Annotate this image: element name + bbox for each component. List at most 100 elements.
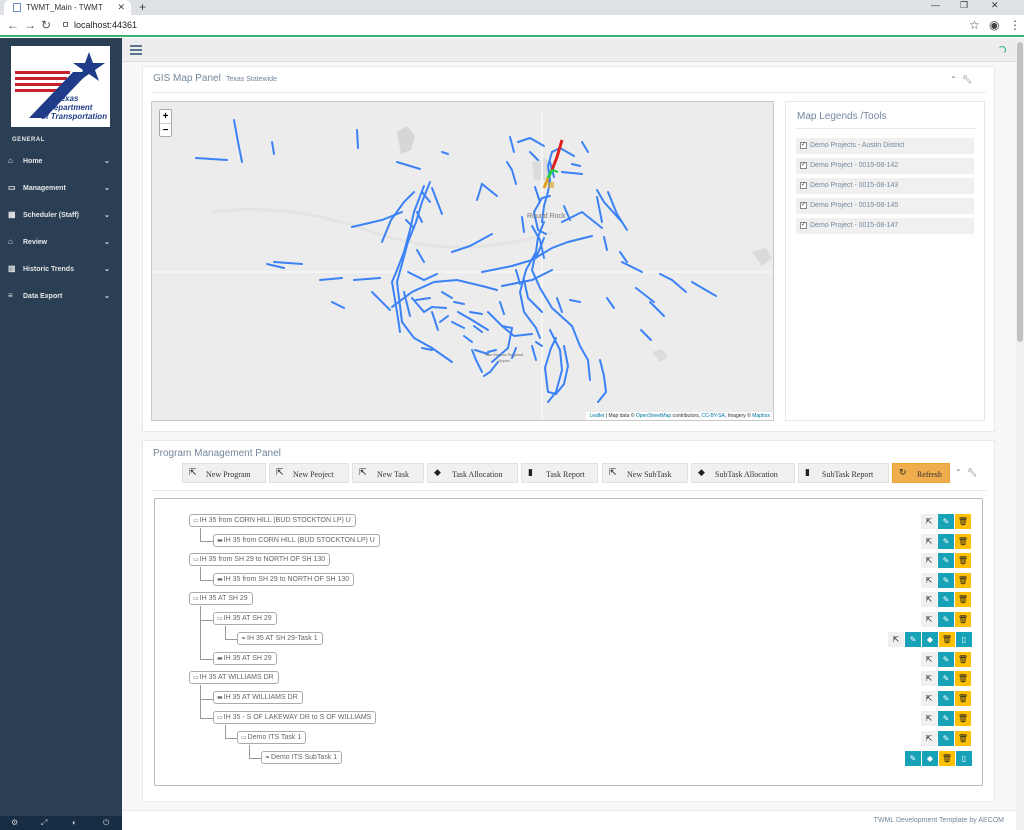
tree-node-program[interactable]: ▭IH 35 AT SH 29 [189, 592, 253, 605]
browser-menu-icon[interactable]: ⋮ [1009, 18, 1021, 32]
cc-link[interactable]: CC-BY-SA [701, 413, 724, 419]
settings-icon[interactable]: ⚙ [11, 818, 18, 827]
new-project-button[interactable]: ⇱ New Peoject [269, 463, 349, 483]
open-link-button[interactable]: ⇱ [921, 553, 937, 568]
delete-button[interactable]: 🗑︎ [955, 514, 971, 529]
wrench-icon[interactable]: 🔧︎ [962, 75, 972, 84]
menu-toggle-icon[interactable] [130, 45, 142, 55]
checkbox-checked-icon[interactable]: ✓ [800, 162, 807, 169]
delete-button[interactable]: 🗑︎ [955, 553, 971, 568]
account-icon[interactable]: ◉ [989, 18, 999, 32]
report-button[interactable]: ▯ [956, 632, 972, 647]
open-link-button[interactable]: ⇱ [921, 612, 937, 627]
tree-node-subtask[interactable]: ❧Demo ITS SubTask 1 [261, 751, 343, 764]
legend-item[interactable]: ✓ Demo Project - 0015-08-143 [796, 178, 974, 194]
window-close-button[interactable]: ✕ [991, 0, 999, 11]
zoom-out-button[interactable]: − [160, 123, 171, 136]
task-report-button[interactable]: ▮ Task Report [521, 463, 598, 483]
edit-button[interactable]: ✎ [938, 612, 954, 627]
sidebar-item-data-export[interactable]: ≡ Data Export ⌄ [0, 283, 122, 310]
new-tab-button[interactable]: + [139, 0, 146, 14]
edit-button[interactable]: ✎ [938, 534, 954, 549]
open-link-button[interactable]: ⇱ [921, 592, 937, 607]
allocate-tag-button[interactable]: ◆ [922, 632, 938, 647]
leaflet-link[interactable]: Leaflet [589, 413, 604, 419]
maximize-button[interactable]: ❐ [960, 0, 968, 11]
tree-node-project[interactable]: ▭IH 35 AT SH 29 [213, 612, 277, 625]
delete-button[interactable]: 🗑︎ [939, 632, 955, 647]
gis-map[interactable]: + − Round Rock San Marcos Regional Airpo… [151, 101, 774, 421]
new-program-button[interactable]: ⇱ New Program [182, 463, 266, 483]
sidebar-item-home[interactable]: ⌂ Home ⌄ [0, 148, 122, 175]
open-link-button[interactable]: ⇱ [921, 652, 937, 667]
edit-button[interactable]: ✎ [905, 751, 921, 766]
tree-node-project[interactable]: ▬IH 35 from CORN HILL (BUD STOCKTON LP) … [213, 534, 380, 547]
delete-button[interactable]: 🗑︎ [955, 711, 971, 726]
tree-node-project[interactable]: ▭IH 35 - S OF LAKEWAY DR to S OF WILLIAM… [213, 711, 377, 724]
edit-button[interactable]: ✎ [938, 731, 954, 746]
mapbox-link[interactable]: Mapbox [752, 413, 770, 419]
open-link-button[interactable]: ⇱ [921, 514, 937, 529]
delete-button[interactable]: 🗑︎ [955, 652, 971, 667]
delete-button[interactable]: 🗑︎ [955, 731, 971, 746]
edit-button[interactable]: ✎ [938, 671, 954, 686]
edit-button[interactable]: ✎ [938, 573, 954, 588]
power-icon[interactable]: ⏻ [103, 818, 109, 828]
delete-button[interactable]: 🗑︎ [955, 534, 971, 549]
open-link-button[interactable]: ⇱ [888, 632, 904, 647]
checkbox-checked-icon[interactable]: ✓ [800, 202, 807, 209]
delete-button[interactable]: 🗑︎ [955, 573, 971, 588]
subtask-allocation-button[interactable]: ◆ SubTask Allocation [691, 463, 795, 483]
legend-item[interactable]: ✓ Demo Projects - Austin District [796, 138, 974, 154]
open-link-button[interactable]: ⇱ [921, 671, 937, 686]
edit-button[interactable]: ✎ [938, 592, 954, 607]
collapse-chevron-up-icon[interactable]: ⌃ [950, 75, 957, 84]
tree-node-project[interactable]: ▬IH 35 AT SH 29 [213, 652, 277, 665]
tree-node-task[interactable]: ▭Demo ITS Task 1 [237, 731, 307, 744]
checkbox-checked-icon[interactable]: ✓ [800, 182, 807, 189]
collapse-chevron-up-icon[interactable]: ⌃ [955, 468, 962, 477]
reload-icon[interactable]: ↻ [41, 18, 51, 32]
page-scrollbar[interactable] [1016, 38, 1024, 830]
checkbox-checked-icon[interactable]: ✓ [800, 222, 807, 229]
delete-button[interactable]: 🗑︎ [939, 751, 955, 766]
tree-node-program[interactable]: ▭IH 35 AT WILLIAMS DR [189, 671, 279, 684]
sidebar-item-historic-trends[interactable]: ▥ Historic Trends ⌄ [0, 256, 122, 283]
wrench-icon[interactable]: 🔧︎ [967, 468, 977, 477]
tree-node-program[interactable]: ▭IH 35 from CORN HILL (BUD STOCKTON LP) … [189, 514, 356, 527]
legend-item[interactable]: ✓ Demo Project - 0015-08-147 [796, 218, 974, 234]
legend-item[interactable]: ✓ Demo Project - 0015-08-145 [796, 198, 974, 214]
open-link-button[interactable]: ⇱ [921, 534, 937, 549]
tree-node-program[interactable]: ▭IH 35 from SH 29 to NORTH OF SH 130 [189, 553, 331, 566]
tree-node-task[interactable]: ❧IH 35 AT SH 29-Task 1 [237, 632, 323, 645]
tab-close-icon[interactable]: ✕ [117, 2, 125, 13]
legend-item[interactable]: ✓ Demo Project - 0015-08-142 [796, 158, 974, 174]
new-subtask-button[interactable]: ⇱ New SubTask [602, 463, 688, 483]
edit-button[interactable]: ✎ [905, 632, 921, 647]
open-link-button[interactable]: ⇱ [921, 573, 937, 588]
tree-node-project[interactable]: ▬IH 35 AT WILLIAMS DR [213, 691, 303, 704]
minimize-button[interactable]: — [931, 0, 940, 10]
edit-button[interactable]: ✎ [938, 691, 954, 706]
delete-button[interactable]: 🗑︎ [955, 612, 971, 627]
sidebar-item-review[interactable]: ⌂ Review ⌄ [0, 229, 122, 256]
delete-button[interactable]: 🗑︎ [955, 671, 971, 686]
delete-button[interactable]: 🗑︎ [955, 592, 971, 607]
allocate-tag-button[interactable]: ◆ [922, 751, 938, 766]
open-link-button[interactable]: ⇱ [921, 711, 937, 726]
open-link-button[interactable]: ⇱ [921, 691, 937, 706]
subtask-report-button[interactable]: ▮ SubTask Report [798, 463, 889, 483]
new-task-button[interactable]: ⇱ New Task [352, 463, 424, 483]
edit-button[interactable]: ✎ [938, 553, 954, 568]
task-allocation-button[interactable]: ◆ Task Allocation [427, 463, 518, 483]
sidebar-item-scheduler[interactable]: ▦ Scheduler (Staff) ⌄ [0, 202, 122, 229]
fullscreen-icon[interactable]: ⤢ [41, 818, 47, 828]
forward-arrow-icon[interactable]: → [24, 18, 36, 32]
eye-slash-icon[interactable]: ◐ [72, 818, 77, 827]
bookmark-star-icon[interactable]: ☆ [969, 18, 980, 32]
browser-tab[interactable]: TWMT_Main - TWMT ✕ [4, 0, 131, 15]
delete-button[interactable]: 🗑︎ [955, 691, 971, 706]
edit-button[interactable]: ✎ [938, 514, 954, 529]
scrollbar-thumb[interactable] [1017, 42, 1023, 342]
tree-node-project[interactable]: ▬IH 35 from SH 29 to NORTH OF SH 130 [213, 573, 355, 586]
